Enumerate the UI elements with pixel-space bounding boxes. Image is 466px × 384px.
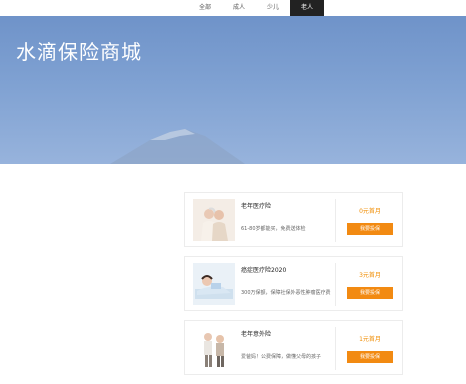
tab-senior[interactable]: 老人 [290, 0, 324, 16]
product-name: 癌症医疗险2020 [241, 266, 287, 274]
hero-title: 水滴保险商城 [16, 40, 142, 64]
patient-in-bed-icon [193, 262, 235, 305]
buy-button[interactable]: 我要投保 [347, 351, 393, 363]
product-list: 老年医疗险 61-80岁都能买，免费送体检 0元首月 我要投保 癌症医疗险202… [184, 192, 403, 384]
product-image [193, 262, 235, 305]
tab-all[interactable]: 全部 [188, 0, 222, 16]
product-desc: 61-80岁都能买，免费送体检 [241, 225, 306, 232]
buy-button[interactable]: 我要投保 [347, 223, 393, 235]
product-price: 1元首月 [359, 336, 381, 343]
product-card[interactable]: 老年意外险 爱爸妈！公费保障，做懂父母的孩子 1元首月 我要投保 [184, 320, 403, 375]
product-desc: 300万保额，保障社保外恶性肿瘤医疗费 [241, 289, 331, 296]
mountain-image [110, 129, 245, 164]
elderly-walking-icon [193, 326, 235, 369]
product-card[interactable]: 老年医疗险 61-80岁都能买，免费送体检 0元首月 我要投保 [184, 192, 403, 247]
hero-banner: 水滴保险商城 [0, 16, 466, 164]
tab-children[interactable]: 少儿 [256, 0, 290, 16]
elderly-couple-icon [193, 198, 235, 241]
tab-adult[interactable]: 成人 [222, 0, 256, 16]
product-card[interactable]: 癌症医疗险2020 300万保额，保障社保外恶性肿瘤医疗费 3元首月 我要投保 [184, 256, 403, 311]
product-name: 老年意外险 [241, 330, 272, 338]
product-image [193, 198, 235, 241]
product-name: 老年医疗险 [241, 202, 272, 210]
buy-button[interactable]: 我要投保 [347, 287, 393, 299]
product-image [193, 326, 235, 369]
product-price: 3元首月 [359, 272, 381, 279]
product-price: 0元首月 [359, 208, 381, 215]
product-desc: 爱爸妈！公费保障，做懂父母的孩子 [241, 353, 322, 360]
category-tabs: 全部 成人 少儿 老人 [188, 0, 324, 16]
